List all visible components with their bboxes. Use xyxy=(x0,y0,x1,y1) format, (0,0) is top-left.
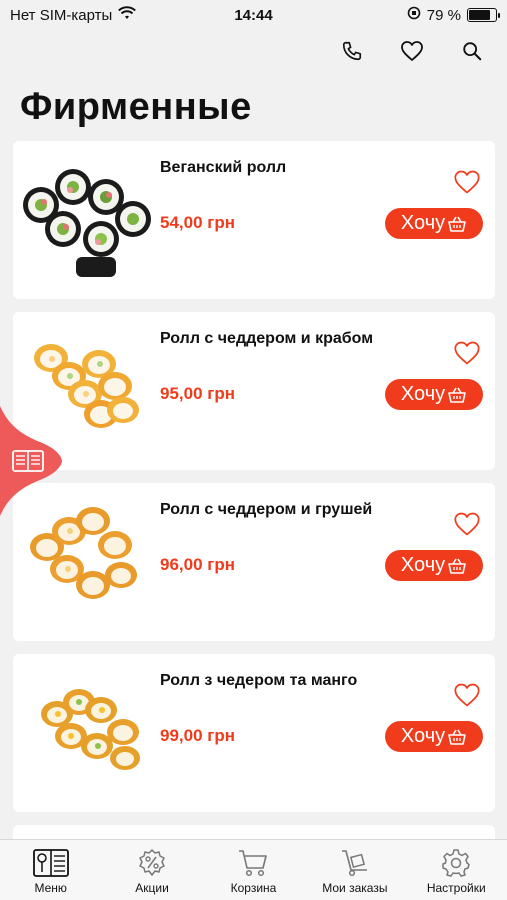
product-card[interactable]: Ролл з чедером та манго 99,00 грн Хочу xyxy=(13,654,495,812)
nav-label: Мои заказы xyxy=(322,881,388,895)
menu-book-icon xyxy=(32,847,69,879)
status-bar: Нет SIM-карты 14:44 79 % xyxy=(0,0,507,30)
product-price: 54,00 грн xyxy=(160,213,235,232)
favorite-button[interactable] xyxy=(453,511,481,537)
product-price: 99,00 грн xyxy=(160,726,235,745)
status-left: Нет SIM-карты xyxy=(10,6,137,24)
basket-icon xyxy=(448,216,466,232)
status-time: 14:44 xyxy=(234,6,273,24)
bottom-nav: Меню Акции Корзина Мои заказы Настройки xyxy=(0,839,507,900)
product-price: 96,00 грн xyxy=(160,555,235,574)
basket-icon xyxy=(448,387,466,403)
rotation-lock-icon xyxy=(407,6,421,24)
gear-icon xyxy=(438,847,474,879)
product-price: 95,00 грн xyxy=(160,384,235,403)
status-right: 79 % xyxy=(407,6,500,24)
add-to-cart-button[interactable]: Хочу xyxy=(385,550,483,581)
basket-icon xyxy=(448,729,466,745)
search-button[interactable] xyxy=(459,38,485,64)
product-card[interactable]: Ролл с чеддером и грушей 96,00 грн Хочу xyxy=(13,483,495,641)
nav-label: Акции xyxy=(135,881,169,895)
battery-icon xyxy=(467,8,500,22)
add-to-cart-label: Хочу xyxy=(400,212,446,234)
nav-item-settings[interactable]: Настройки xyxy=(406,847,506,895)
add-to-cart-label: Хочу xyxy=(400,725,446,747)
dolly-icon xyxy=(337,847,373,879)
add-to-cart-button[interactable]: Хочу xyxy=(385,721,483,752)
product-card[interactable]: Ролл с чеддером и крабом 95,00 грн Хочу xyxy=(13,312,495,470)
favorite-button[interactable] xyxy=(453,169,481,195)
product-name[interactable]: Ролл з чедером та манго xyxy=(160,672,357,690)
favorite-button[interactable] xyxy=(453,340,481,366)
nav-item-orders[interactable]: Мои заказы xyxy=(305,847,405,895)
product-image[interactable] xyxy=(21,499,156,624)
nav-item-cart[interactable]: Корзина xyxy=(203,847,303,895)
battery-percent: 79 % xyxy=(426,6,461,24)
product-card[interactable]: Веганский ролл 54,00 грн Хочу xyxy=(13,141,495,299)
phone-icon xyxy=(342,41,362,61)
product-image[interactable] xyxy=(21,157,156,282)
product-name[interactable]: Веганский ролл xyxy=(160,159,286,177)
nav-item-menu[interactable]: Меню xyxy=(1,847,101,895)
heart-outline-icon xyxy=(454,683,480,707)
basket-icon xyxy=(448,558,466,574)
battery-fill xyxy=(469,10,490,20)
heart-outline-icon xyxy=(454,512,480,536)
heart-outline-icon xyxy=(454,341,480,365)
add-to-cart-label: Хочу xyxy=(400,554,446,576)
heart-outline-icon xyxy=(454,170,480,194)
top-actions xyxy=(339,38,485,64)
heart-icon xyxy=(401,41,423,61)
wifi-icon xyxy=(118,6,137,24)
add-to-cart-button[interactable]: Хочу xyxy=(385,379,483,410)
page-title: Фирменные xyxy=(20,86,252,128)
percent-badge-icon xyxy=(134,847,170,879)
add-to-cart-label: Хочу xyxy=(400,383,446,405)
search-icon xyxy=(463,42,482,61)
cart-icon xyxy=(235,847,271,879)
favorite-button[interactable] xyxy=(453,682,481,708)
product-name[interactable]: Ролл с чеддером и грушей xyxy=(160,501,372,519)
nav-label: Меню xyxy=(34,881,67,895)
nav-item-promotions[interactable]: Акции xyxy=(102,847,202,895)
product-image[interactable] xyxy=(21,670,156,795)
favorites-button[interactable] xyxy=(399,38,425,64)
product-name[interactable]: Ролл с чеддером и крабом xyxy=(160,330,373,348)
carrier-label: Нет SIM-карты xyxy=(10,6,113,24)
nav-label: Настройки xyxy=(426,881,486,895)
nav-label: Корзина xyxy=(230,881,277,895)
side-menu-tab[interactable] xyxy=(0,406,62,516)
phone-button[interactable] xyxy=(339,38,365,64)
add-to-cart-button[interactable]: Хочу xyxy=(385,208,483,239)
product-list: Веганский ролл 54,00 грн Хочу Ролл с чед… xyxy=(13,141,495,878)
